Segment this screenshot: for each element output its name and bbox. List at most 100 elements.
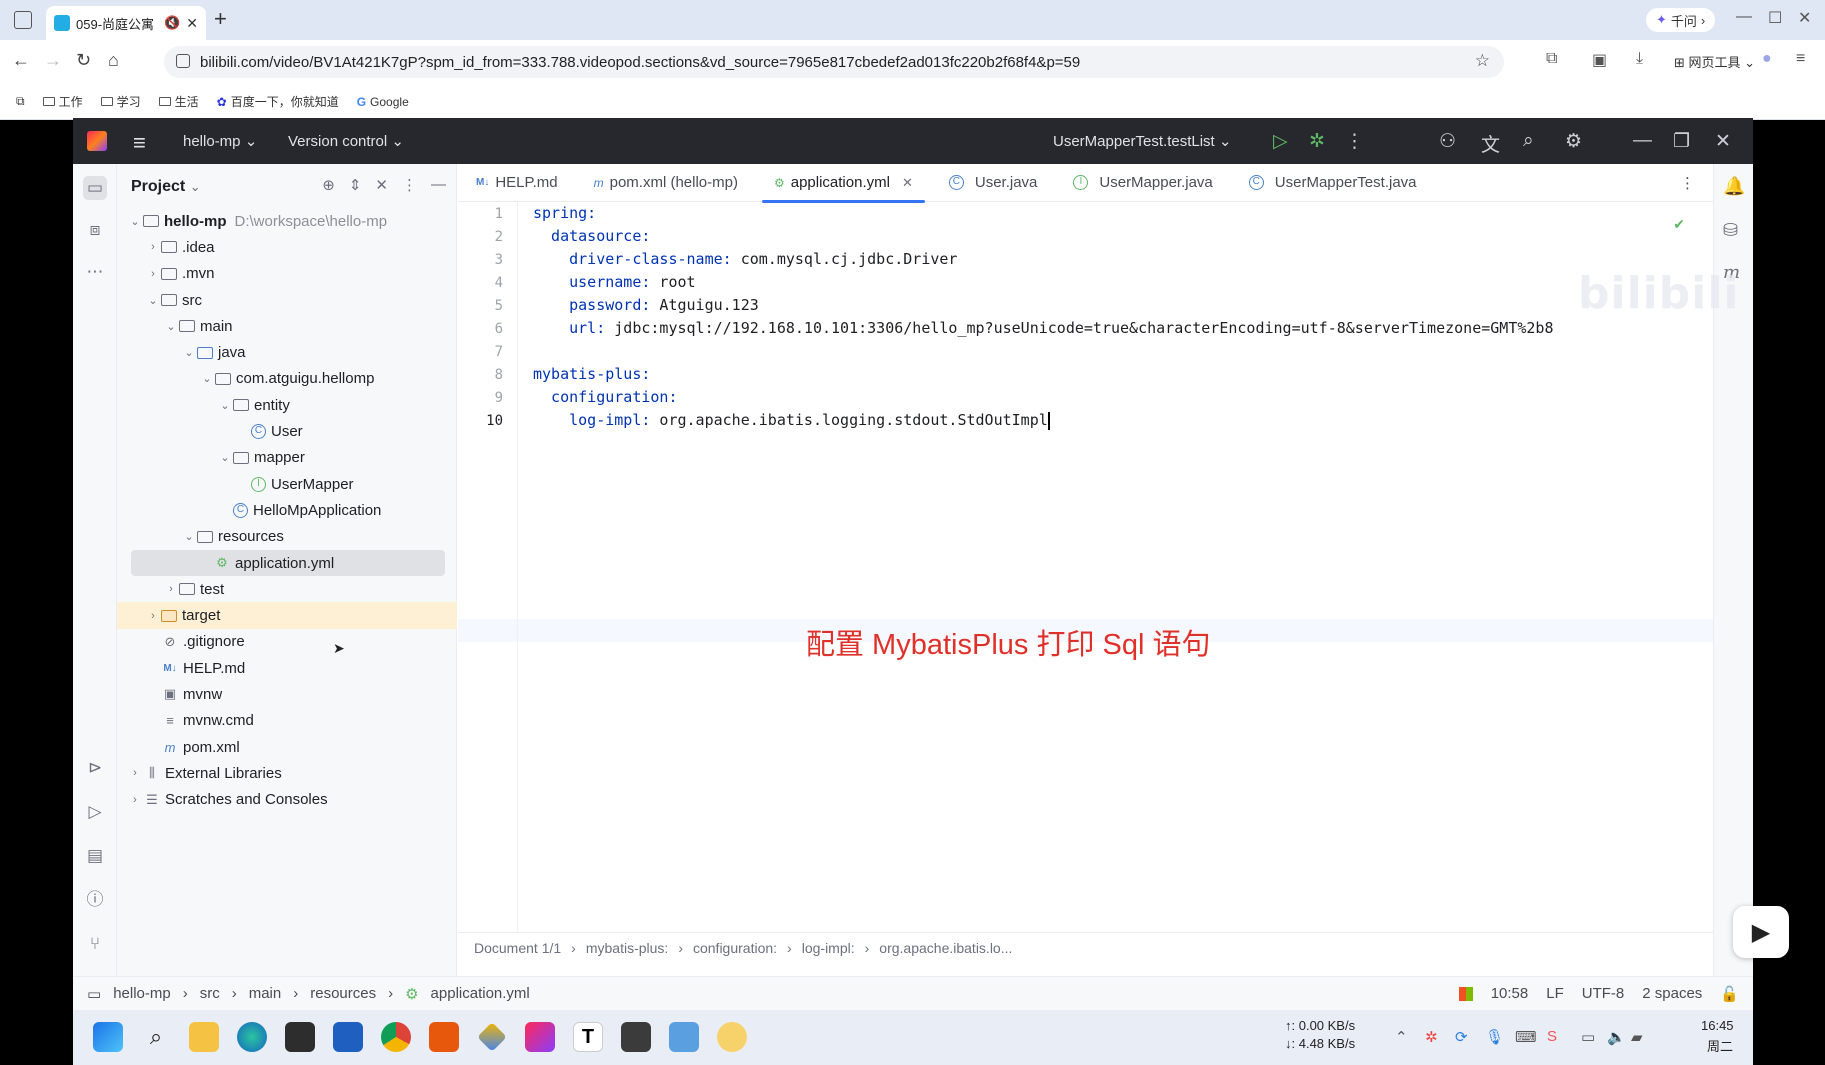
database-icon[interactable]: ⛁	[1723, 220, 1738, 241]
url-input[interactable]: bilibili.com/video/BV1At421K7gP?spm_id_f…	[164, 46, 1504, 78]
run-tool-icon[interactable]: ▷	[83, 800, 107, 824]
status-path-item[interactable]: main	[249, 985, 282, 1002]
tab-usermapper-java[interactable]: I UserMapper.java	[1055, 164, 1230, 202]
tree-item-hellompapplication[interactable]: C HelloMpApplication	[117, 497, 457, 523]
clock-time[interactable]: 16:45	[1701, 1018, 1734, 1033]
store-icon[interactable]	[333, 1022, 363, 1052]
line-separator[interactable]: LF	[1546, 985, 1564, 1002]
status-path-item[interactable]: application.yml	[431, 985, 530, 1002]
code-with-me-icon[interactable]: ⚇	[1439, 130, 1456, 153]
bookmark-study[interactable]: 学习	[100, 93, 141, 110]
chevron-right-icon[interactable]: ›	[163, 583, 179, 595]
tab-usermappertest-java[interactable]: C UserMapperTest.java	[1231, 164, 1435, 202]
tab-pom-xml[interactable]: m pom.xml (hello-mp)	[576, 164, 756, 202]
bookmark-baidu[interactable]: ✿ 百度一下，你就知道	[217, 93, 339, 110]
tray-volume-icon[interactable]: 🔈	[1607, 1028, 1626, 1046]
tab-close-icon[interactable]: ✕	[186, 15, 198, 32]
terminal-icon[interactable]: ▤	[83, 844, 107, 868]
tray-ime-icon[interactable]: ⌨	[1515, 1028, 1537, 1046]
taskbar-search-icon[interactable]: ⌕	[141, 1022, 171, 1052]
intellij-taskbar-icon[interactable]	[525, 1022, 555, 1052]
typora-icon[interactable]: T	[573, 1022, 603, 1052]
minimize-icon[interactable]: —	[1736, 8, 1752, 26]
options-icon[interactable]: ⋮	[402, 176, 417, 194]
screenshot-icon[interactable]: ▣	[1592, 50, 1607, 70]
back-icon[interactable]: ←	[12, 50, 30, 71]
translate-icon[interactable]: 文	[1481, 130, 1500, 157]
search-icon[interactable]: ⌕	[1523, 130, 1534, 152]
status-path-item[interactable]: src	[200, 985, 220, 1002]
more-actions-icon[interactable]: ⋮	[1345, 130, 1364, 153]
file-encoding[interactable]: UTF-8	[1582, 985, 1625, 1002]
app-icon-diamond[interactable]	[477, 1022, 507, 1052]
structure-icon[interactable]: ⧈	[83, 218, 107, 242]
tab-close-icon[interactable]: ✕	[902, 175, 913, 191]
browser-tab[interactable]: 059-尚庭公寓 🔇 ✕	[46, 6, 206, 40]
chevron-right-icon[interactable]: ›	[127, 794, 143, 806]
edge-browser-icon[interactable]	[237, 1022, 267, 1052]
chevron-right-icon[interactable]: ›	[127, 767, 143, 779]
tray-app-icon[interactable]: ✲	[1425, 1028, 1438, 1046]
tab-actions-icon[interactable]	[14, 11, 32, 29]
windows-start-icon[interactable]	[93, 1022, 123, 1052]
tree-item-idea[interactable]: › .idea	[117, 234, 457, 260]
qianwen-button[interactable]: ✦ 千问 ›	[1646, 8, 1716, 32]
chevron-down-icon[interactable]: ⌄	[217, 399, 233, 412]
tab-user-java[interactable]: C User.java	[931, 164, 1056, 202]
settings-gear-icon[interactable]: ⚙	[1565, 130, 1582, 153]
tray-mic-icon[interactable]: 🎙	[1485, 1028, 1504, 1046]
chevron-right-icon[interactable]: ›	[145, 241, 161, 253]
tree-item-external-libraries[interactable]: › ⫼ External Libraries	[117, 760, 457, 786]
bookmark-work[interactable]: 工作	[42, 93, 83, 110]
tree-item-main[interactable]: ⌄ main	[117, 313, 457, 339]
tab-options-icon[interactable]: ⋮	[1662, 164, 1713, 202]
chevron-down-icon[interactable]: ⌄	[217, 451, 233, 464]
chevron-right-icon[interactable]: ›	[145, 268, 161, 280]
site-info-icon[interactable]	[176, 54, 190, 68]
video-play-button[interactable]: ▶	[1733, 906, 1789, 958]
extensions-icon[interactable]: ⧉	[1546, 50, 1557, 68]
forward-icon[interactable]: →	[44, 50, 62, 71]
clock-day[interactable]: 周二	[1707, 1036, 1733, 1055]
tree-item-mvnw[interactable]: ▣ mvnw	[117, 681, 457, 707]
git-icon[interactable]: ⑂	[83, 932, 107, 956]
maximize-icon[interactable]: ☐	[1768, 8, 1782, 28]
more-tools-icon[interactable]: ⋯	[83, 260, 107, 284]
hide-panel-icon[interactable]: —	[431, 176, 446, 194]
tree-item-test[interactable]: › test	[117, 576, 457, 602]
notifications-bell-icon[interactable]: 🔔	[1723, 176, 1745, 197]
tree-item-resources[interactable]: ⌄ resources	[117, 524, 457, 550]
ide-minimize-icon[interactable]: —	[1633, 130, 1652, 152]
tree-item-usermapper[interactable]: I UserMapper	[117, 471, 457, 497]
breadcrumb-item[interactable]: log-impl:	[802, 940, 855, 956]
tray-chevron-up-icon[interactable]: ⌃	[1395, 1028, 1408, 1046]
windows-plugin-icon[interactable]	[1458, 986, 1473, 1001]
tree-item-hello-mp[interactable]: ⌄ hello-mp D:\workspace\hello-mp	[117, 208, 457, 234]
reload-icon[interactable]: ↻	[76, 50, 91, 71]
tree-item-java[interactable]: ⌄ java	[117, 339, 457, 365]
indent-setting[interactable]: 2 spaces	[1642, 985, 1702, 1002]
breadcrumb-document[interactable]: Document 1/1	[474, 940, 561, 956]
chevron-down-icon[interactable]: ⌄	[127, 215, 143, 228]
tray-sync-icon[interactable]: ⟳	[1455, 1028, 1468, 1046]
browser-menu-icon[interactable]: ≡	[1796, 50, 1805, 68]
run-icon[interactable]: ▷	[1273, 130, 1288, 153]
tray-s-icon[interactable]: S	[1547, 1028, 1557, 1045]
breadcrumb-item[interactable]: org.apache.ibatis.lo...	[879, 940, 1012, 956]
project-tool-folder-icon[interactable]: ▭	[83, 176, 107, 200]
tree-item-pom-xml[interactable]: m pom.xml	[117, 734, 457, 760]
tray-battery-icon[interactable]: ▰	[1631, 1028, 1643, 1046]
chevron-down-icon[interactable]: ⌄	[181, 346, 197, 359]
tree-item-scratches[interactable]: › ☰ Scratches and Consoles	[117, 787, 457, 813]
tab-application-yml[interactable]: ⚙ application.yml ✕	[756, 164, 931, 203]
tree-item-mvn[interactable]: › .mvn	[117, 261, 457, 287]
tray-network-icon[interactable]: ▭	[1581, 1028, 1595, 1046]
tree-item-mvnw-cmd[interactable]: ≡ mvnw.cmd	[117, 708, 457, 734]
close-window-icon[interactable]: ✕	[1798, 8, 1811, 28]
caret-position[interactable]: 10:58	[1491, 985, 1529, 1002]
status-path-item[interactable]: hello-mp	[113, 985, 171, 1002]
breadcrumb-item[interactable]: configuration:	[693, 940, 777, 956]
locate-icon[interactable]: ⊕	[322, 176, 335, 194]
ide-close-icon[interactable]: ✕	[1715, 130, 1731, 153]
status-path-item[interactable]: resources	[310, 985, 376, 1002]
